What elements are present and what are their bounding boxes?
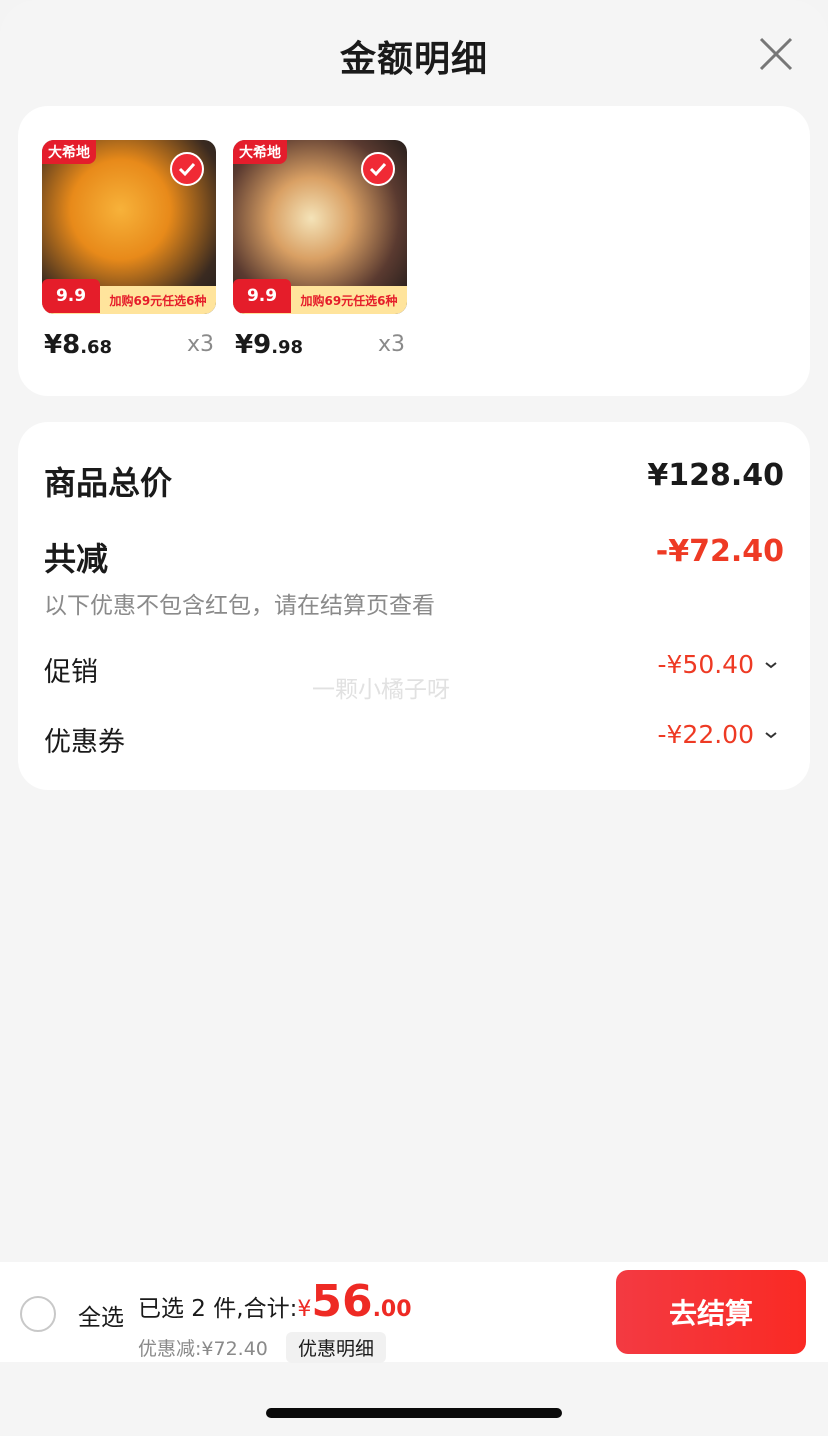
reduction-label: 共减	[44, 540, 109, 578]
promo-price: 9.9	[42, 279, 100, 313]
sheet-header: 金额明细	[0, 0, 828, 108]
product-image[interactable]: 大希地 9.9 加购69元任选6种	[42, 140, 216, 314]
reduction-value: -¥72.40	[655, 534, 784, 569]
promo-banner: 9.9 加购69元任选6种	[233, 279, 407, 314]
discount-detail-button[interactable]: 优惠明细	[286, 1332, 387, 1363]
brand-tag: 大希地	[233, 140, 287, 164]
products-card: 大希地 9.9 加购69元任选6种 ¥8.68 x3 大希地 9.9 加购69元…	[18, 106, 810, 396]
product-quantity: x3	[377, 332, 405, 357]
product-price: ¥9.98	[235, 330, 304, 360]
product-item[interactable]: 大希地 9.9 加购69元任选6种 ¥8.68 x3	[42, 140, 216, 372]
promotion-label: 促销	[44, 657, 98, 688]
coupon-value[interactable]: -¥22.00	[658, 720, 779, 749]
total-label: 商品总价	[44, 464, 173, 502]
product-item[interactable]: 大希地 9.9 加购69元任选6种 ¥9.98 x3	[233, 140, 407, 372]
select-all-label[interactable]: 全选	[78, 1298, 124, 1332]
check-icon	[361, 152, 395, 186]
home-indicator	[266, 1408, 562, 1418]
check-icon	[170, 152, 204, 186]
chevron-down-icon	[765, 731, 777, 738]
page-title: 金额明细	[339, 39, 488, 80]
promotion-value[interactable]: -¥50.40	[658, 650, 779, 679]
amount-detail-sheet: 金额明细 大希地 9.9 加购69元任选6种 ¥8.68 x3 大希地 9.9 …	[0, 0, 828, 1436]
product-quantity: x3	[186, 332, 214, 357]
discount-note: 以下优惠不包含红包，请在结算页查看	[44, 593, 435, 619]
brand-tag: 大希地	[42, 140, 96, 164]
product-image[interactable]: 大希地 9.9 加购69元任选6种	[233, 140, 407, 314]
promo-text: 加购69元任选6种	[109, 293, 207, 308]
coupon-label: 优惠券	[44, 727, 125, 758]
promo-banner: 9.9 加购69元任选6种	[42, 279, 216, 314]
close-icon	[759, 37, 793, 71]
checkout-button[interactable]: 去结算	[616, 1270, 806, 1354]
price-summary-card: 商品总价 ¥128.40 共减 -¥72.40 以下优惠不包含红包，请在结算页查…	[18, 422, 810, 790]
watermark: 一颗小橘子呀	[312, 677, 450, 703]
discount-amount: 优惠减:¥72.40	[138, 1338, 268, 1360]
promo-price: 9.9	[233, 279, 291, 313]
checkout-bar: 全选 已选 2 件,合计:¥56.00 优惠减:¥72.40 优惠明细 去结算	[0, 1262, 828, 1363]
total-value: ¥128.40	[647, 458, 784, 493]
select-all-checkbox[interactable]	[20, 1296, 56, 1332]
chevron-down-icon	[765, 661, 777, 668]
close-button[interactable]	[758, 36, 794, 72]
product-price: ¥8.68	[44, 330, 113, 360]
promo-text: 加购69元任选6种	[300, 293, 398, 308]
selection-total: 已选 2 件,合计:¥56.00	[138, 1276, 412, 1327]
